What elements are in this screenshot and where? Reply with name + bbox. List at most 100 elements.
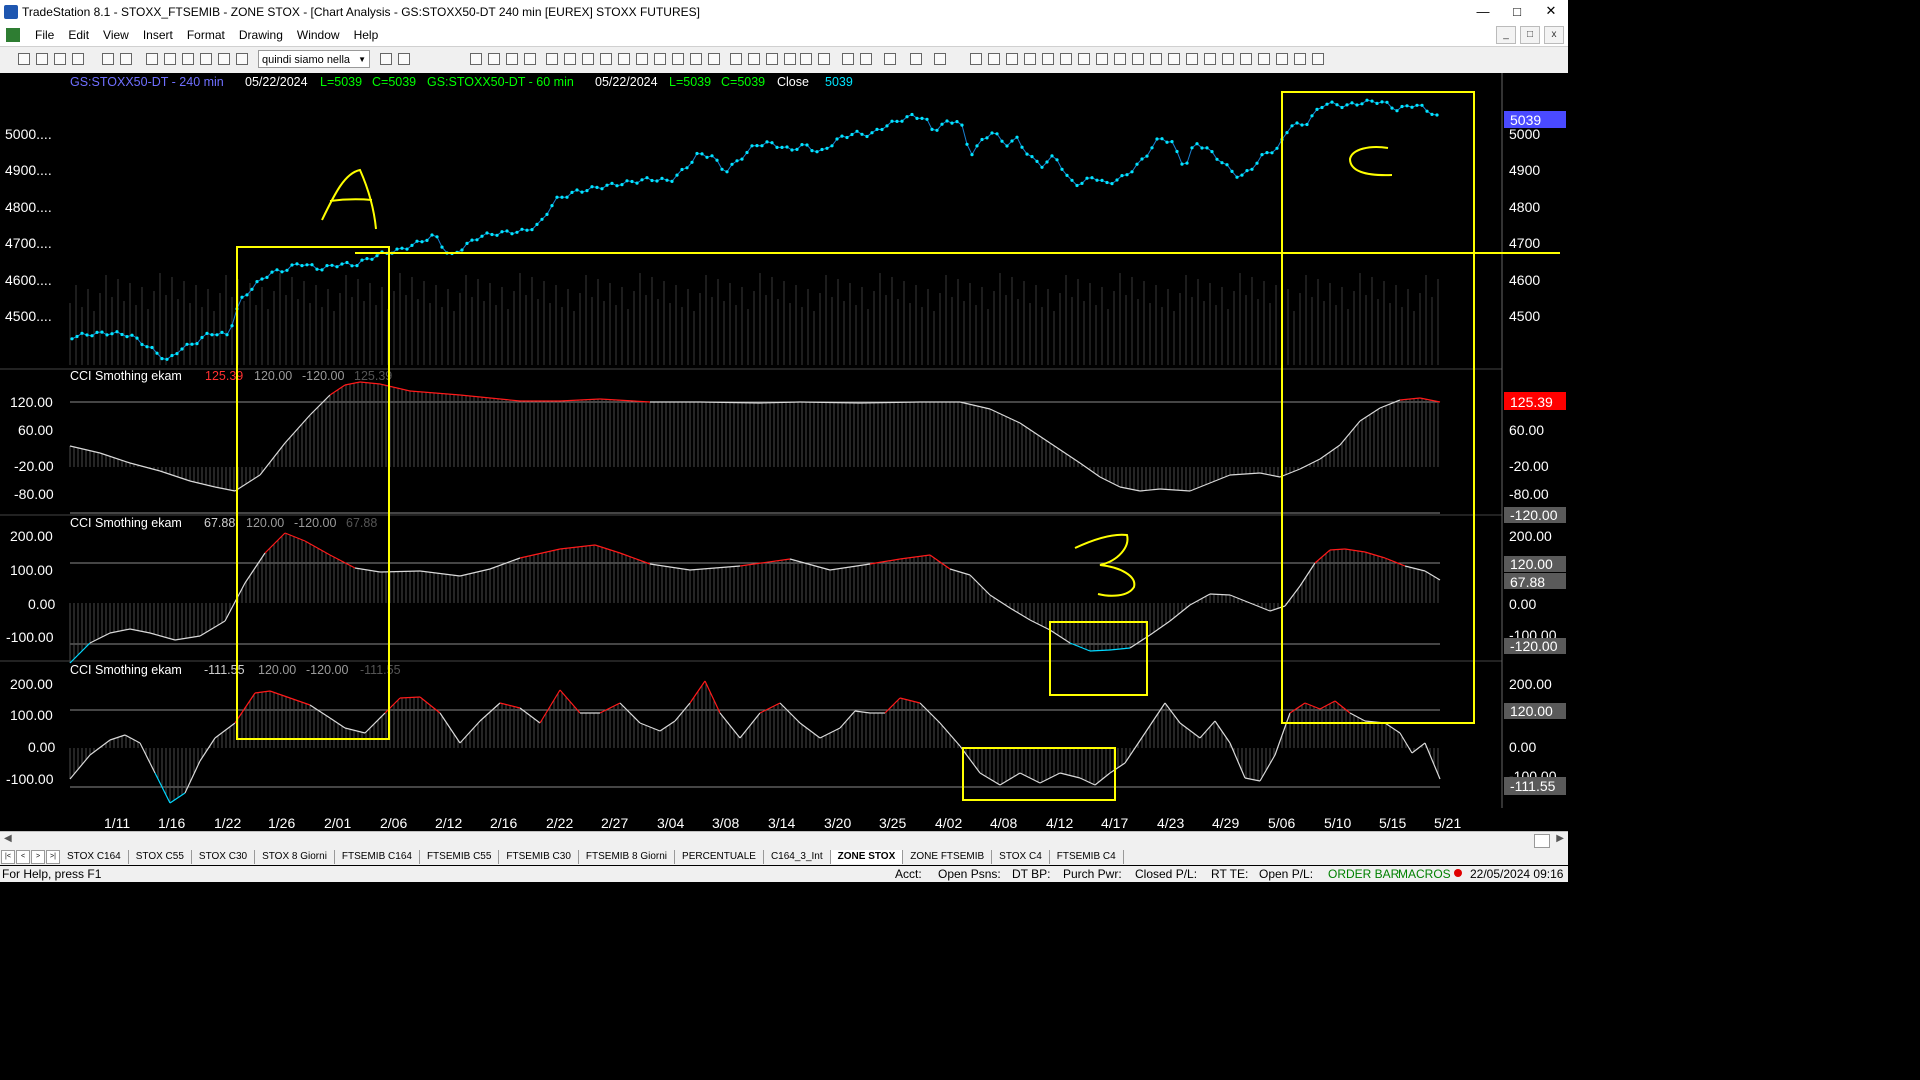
toolbar-tool-icon[interactable] — [182, 53, 194, 65]
toolbar-tool-icon[interactable] — [860, 53, 872, 65]
toolbar-tool-icon[interactable] — [102, 53, 114, 65]
toolbar-tool-icon[interactable] — [236, 53, 248, 65]
toolbar-tool-icon[interactable] — [524, 53, 536, 65]
toolbar-tool-icon[interactable] — [18, 53, 30, 65]
tab-stox-c4[interactable]: STOX C4 — [992, 850, 1050, 864]
toolbar-tool-icon[interactable] — [36, 53, 48, 65]
toolbar-tool-icon[interactable] — [600, 53, 612, 65]
toolbar-tool-icon[interactable] — [1006, 53, 1018, 65]
menu-edit[interactable]: Edit — [61, 28, 96, 42]
tab-percentuale[interactable]: PERCENTUALE — [675, 850, 764, 864]
scroll-thumb[interactable] — [1534, 834, 1550, 848]
toolbar-tool-icon[interactable] — [582, 53, 594, 65]
tab-zone-stox[interactable]: ZONE STOX — [830, 850, 904, 864]
toolbar-tool-icon[interactable] — [164, 53, 176, 65]
maximize-icon[interactable]: □ — [1500, 0, 1534, 22]
tab-ftsemib-c30[interactable]: FTSEMIB C30 — [499, 850, 579, 864]
menu-insert[interactable]: Insert — [136, 28, 180, 42]
toolbar-tool-icon[interactable] — [398, 53, 410, 65]
mdi-close-icon[interactable]: x — [1544, 26, 1564, 44]
toolbar-tool-icon[interactable] — [120, 53, 132, 65]
close-icon[interactable]: ✕ — [1534, 0, 1568, 22]
toolbar-tool-icon[interactable] — [884, 53, 896, 65]
menu-format[interactable]: Format — [180, 28, 232, 42]
tab-next-icon[interactable]: > — [31, 850, 45, 864]
tab-ftsemib-8-giorni[interactable]: FTSEMIB 8 Giorni — [579, 850, 676, 864]
toolbar-tool-icon[interactable] — [910, 53, 922, 65]
toolbar-tool-icon[interactable] — [1150, 53, 1162, 65]
toolbar-tool-icon[interactable] — [748, 53, 760, 65]
toolbar-tool-icon[interactable] — [818, 53, 830, 65]
minimize-icon[interactable]: — — [1466, 0, 1500, 22]
toolbar-tool-icon[interactable] — [618, 53, 630, 65]
toolbar-tool-icon[interactable] — [1294, 53, 1306, 65]
toolbar-tool-icon[interactable] — [546, 53, 558, 65]
tab-zone-ftsemib[interactable]: ZONE FTSEMIB — [903, 850, 993, 864]
scroll-left-icon[interactable]: ◀ — [4, 833, 12, 844]
toolbar-tool-icon[interactable] — [1168, 53, 1180, 65]
toolbar-tool-icon[interactable] — [1024, 53, 1036, 65]
menu-drawing[interactable]: Drawing — [232, 28, 290, 42]
toolbar-tool-icon[interactable] — [708, 53, 720, 65]
toolbar-tool-icon[interactable] — [672, 53, 684, 65]
toolbar-tool-icon[interactable] — [1204, 53, 1216, 65]
toolbar-tool-icon[interactable] — [72, 53, 84, 65]
toolbar-tool-icon[interactable] — [800, 53, 812, 65]
toolbar-tool-icon[interactable] — [54, 53, 66, 65]
toolbar-tool-icon[interactable] — [636, 53, 648, 65]
tab-stox-c30[interactable]: STOX C30 — [192, 850, 256, 864]
menu-window[interactable]: Window — [290, 28, 347, 42]
mdi-minimize-icon[interactable]: _ — [1496, 26, 1516, 44]
chart-canvas[interactable]: GS:STOXX50-DT - 240 min 05/22/2024 L=503… — [0, 73, 1568, 831]
toolbar-tool-icon[interactable] — [766, 53, 778, 65]
chart-analysis-window[interactable]: GS:STOXX50-DT - 240 min 05/22/2024 L=503… — [0, 73, 1568, 831]
annotation-box-c[interactable] — [1281, 91, 1475, 724]
toolbar-tool-icon[interactable] — [1276, 53, 1288, 65]
toolbar-tool-icon[interactable] — [1258, 53, 1270, 65]
mdi-restore-icon[interactable]: □ — [1520, 26, 1540, 44]
scroll-right-icon[interactable]: ▶ — [1556, 833, 1564, 844]
toolbar-tool-icon[interactable] — [1132, 53, 1144, 65]
toolbar-tool-icon[interactable] — [564, 53, 576, 65]
toolbar-tool-icon[interactable] — [380, 53, 392, 65]
tab-c164-3-int[interactable]: C164_3_Int — [764, 850, 831, 864]
tab-stox-c55[interactable]: STOX C55 — [129, 850, 192, 864]
toolbar-tool-icon[interactable] — [1078, 53, 1090, 65]
status-order-bar[interactable]: ORDER BAR — [1328, 867, 1399, 881]
toolbar-tool-icon[interactable] — [934, 53, 946, 65]
toolbar-tool-icon[interactable] — [470, 53, 482, 65]
tab-prev-icon[interactable]: < — [16, 850, 30, 864]
toolbar-tool-icon[interactable] — [970, 53, 982, 65]
toolbar-tool-icon[interactable] — [784, 53, 796, 65]
chart-horizontal-scrollbar[interactable]: ◀ ▶ — [0, 831, 1568, 850]
toolbar-tool-icon[interactable] — [1312, 53, 1324, 65]
drawing-text-combo[interactable]: quindi siamo nella ▼ — [258, 50, 370, 68]
toolbar-tool-icon[interactable] — [690, 53, 702, 65]
toolbar-tool-icon[interactable] — [988, 53, 1000, 65]
toolbar-tool-icon[interactable] — [1042, 53, 1054, 65]
menu-view[interactable]: View — [96, 28, 136, 42]
toolbar-tool-icon[interactable] — [200, 53, 212, 65]
tab-stox-c164[interactable]: STOX C164 — [60, 850, 129, 864]
menu-help[interactable]: Help — [347, 28, 386, 42]
toolbar-tool-icon[interactable] — [1114, 53, 1126, 65]
tab-ftsemib-c4[interactable]: FTSEMIB C4 — [1050, 850, 1124, 864]
toolbar-tool-icon[interactable] — [654, 53, 666, 65]
toolbar-tool-icon[interactable] — [1222, 53, 1234, 65]
toolbar-tool-icon[interactable] — [218, 53, 230, 65]
toolbar-tool-icon[interactable] — [1060, 53, 1072, 65]
toolbar-tool-icon[interactable] — [506, 53, 518, 65]
toolbar-tool-icon[interactable] — [1096, 53, 1108, 65]
tab-first-icon[interactable]: |< — [1, 850, 15, 864]
toolbar-tool-icon[interactable] — [730, 53, 742, 65]
tab-stox-8-giorni[interactable]: STOX 8 Giorni — [255, 850, 335, 864]
toolbar-tool-icon[interactable] — [1186, 53, 1198, 65]
toolbar-tool-icon[interactable] — [842, 53, 854, 65]
chevron-down-icon[interactable]: ▼ — [358, 51, 366, 69]
toolbar-tool-icon[interactable] — [146, 53, 158, 65]
menu-file[interactable]: File — [28, 28, 61, 42]
tab-ftsemib-c164[interactable]: FTSEMIB C164 — [335, 850, 420, 864]
tab-ftsemib-c55[interactable]: FTSEMIB C55 — [420, 850, 500, 864]
toolbar-tool-icon[interactable] — [1240, 53, 1252, 65]
tab-last-icon[interactable]: >| — [46, 850, 60, 864]
